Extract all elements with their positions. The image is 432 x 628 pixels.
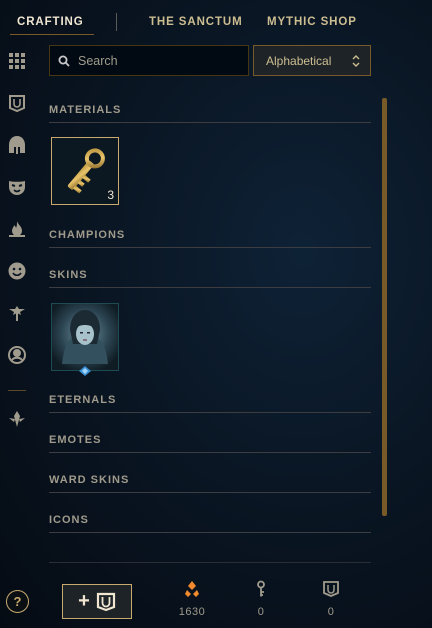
add-chest-button[interactable]: + bbox=[62, 584, 132, 619]
chest-icon bbox=[323, 581, 339, 597]
active-tab-underline bbox=[10, 34, 94, 35]
mask-icon[interactable] bbox=[6, 176, 28, 198]
section-ward-skins[interactable]: WARD SKINS bbox=[49, 474, 371, 493]
section-icons[interactable]: ICONS bbox=[49, 514, 371, 533]
chest-icon[interactable] bbox=[6, 92, 28, 114]
key-fragment-icon bbox=[257, 580, 265, 597]
orange-essence-icon bbox=[185, 581, 199, 597]
key-fragment-counter: 0 bbox=[241, 580, 281, 618]
tab-mythic-shop[interactable]: MYTHIC SHOP bbox=[267, 16, 357, 28]
top-nav: CRAFTING THE SANCTUM MYTHIC SHOP bbox=[0, 0, 432, 44]
help-button[interactable]: ? bbox=[6, 590, 29, 613]
skin-portrait-image bbox=[52, 304, 118, 370]
helmet-icon[interactable] bbox=[6, 134, 28, 156]
scrollbar-thumb[interactable] bbox=[382, 98, 387, 516]
chest-counter: 0 bbox=[311, 580, 351, 618]
tab-the-sanctum[interactable]: THE SANCTUM bbox=[149, 16, 243, 28]
grid-icon[interactable] bbox=[6, 50, 28, 72]
nav-separator bbox=[116, 13, 117, 31]
section-eternals[interactable]: ETERNALS bbox=[49, 394, 371, 413]
material-key-tile[interactable]: 3 bbox=[51, 137, 119, 205]
flame-icon[interactable] bbox=[6, 218, 28, 240]
sidebar-divider bbox=[8, 390, 26, 391]
skin-rarity-gem-icon bbox=[79, 366, 91, 376]
emote-face-icon[interactable] bbox=[6, 260, 28, 282]
sort-dropdown[interactable]: Alphabetical bbox=[253, 45, 371, 76]
plus-label: + bbox=[78, 590, 90, 612]
section-materials[interactable]: MATERIALS bbox=[49, 104, 371, 123]
sort-selected-label: Alphabetical bbox=[266, 53, 332, 68]
chest-icon bbox=[96, 592, 115, 611]
sidebar: ? bbox=[0, 44, 34, 628]
orange-essence-counter: 1630 bbox=[172, 580, 212, 618]
skin-shard-tile[interactable] bbox=[51, 303, 119, 371]
ward-icon[interactable] bbox=[6, 302, 28, 324]
tab-crafting[interactable]: CRAFTING bbox=[17, 16, 84, 28]
profile-icon[interactable] bbox=[6, 344, 28, 366]
item-count: 3 bbox=[107, 188, 114, 202]
section-emotes[interactable]: EMOTES bbox=[49, 434, 371, 453]
eternals-icon[interactable] bbox=[6, 408, 28, 430]
section-champions[interactable]: CHAMPIONS bbox=[49, 229, 371, 248]
search-icon bbox=[50, 55, 78, 67]
search-field[interactable] bbox=[49, 45, 249, 76]
footer-divider bbox=[49, 562, 371, 563]
section-skins[interactable]: SKINS bbox=[49, 269, 371, 288]
key-fragment-value: 0 bbox=[257, 606, 265, 618]
orange-essence-value: 1630 bbox=[178, 606, 206, 618]
chest-value: 0 bbox=[327, 606, 335, 618]
select-arrows-icon bbox=[352, 55, 360, 67]
search-input[interactable] bbox=[78, 53, 238, 68]
